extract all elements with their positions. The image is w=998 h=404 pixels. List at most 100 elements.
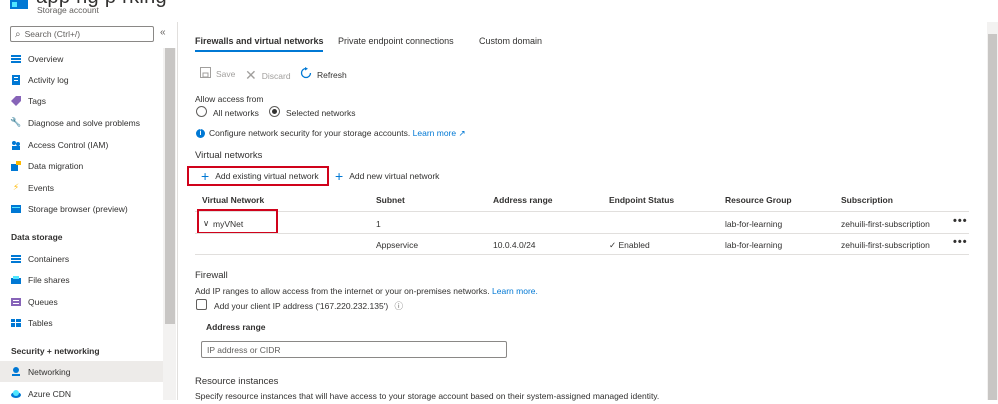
nav-item-tags[interactable]: Tags xyxy=(0,90,163,111)
nav-item-label: Queues xyxy=(28,296,58,307)
plus-icon: + xyxy=(335,168,344,184)
col-virtual-network: Virtual Network xyxy=(202,195,265,205)
refresh-button[interactable]: Refresh xyxy=(300,67,347,82)
save-button[interactable]: Save xyxy=(200,67,235,81)
highlight-myvnet xyxy=(197,209,278,234)
virtual-networks-title: Virtual networks xyxy=(195,150,263,161)
subscription-cell: zehuili-first-subscription xyxy=(841,219,930,229)
nav-item-label: Events xyxy=(28,182,54,193)
nav-item-access-control[interactable]: Access Control (IAM) xyxy=(0,134,163,155)
subscription-cell: zehuili-first-subscription xyxy=(841,240,930,250)
nav-item-data-migration[interactable]: Data migration xyxy=(0,155,163,176)
storage-account-logo-icon xyxy=(10,0,28,9)
search-icon: ⌕ xyxy=(15,28,21,40)
tab-private-endpoints[interactable]: Private endpoint connections xyxy=(338,36,454,46)
nav-item-label: Access Control (IAM) xyxy=(28,139,109,150)
nav-item-label: Tags xyxy=(28,95,46,106)
nav-section-data-storage: Data storage xyxy=(11,232,63,242)
refresh-label: Refresh xyxy=(317,69,347,80)
add-new-vnet-label: Add new virtual network xyxy=(349,171,440,181)
nav-item-label: Networking xyxy=(28,366,71,377)
nav-item-label: Tables xyxy=(28,317,53,328)
wrench-icon: 🔧 xyxy=(10,117,22,127)
save-label: Save xyxy=(216,69,236,79)
resource-group-cell: lab-for-learning xyxy=(725,219,783,229)
main-scrollbar-thumb[interactable] xyxy=(988,34,997,400)
nav-item-label: Data migration xyxy=(28,160,84,171)
radio-all-networks[interactable] xyxy=(196,106,207,117)
client-ip-checkbox[interactable] xyxy=(196,299,207,310)
firewall-learn-more-link[interactable]: Learn more. xyxy=(492,286,538,296)
radio-selected-networks[interactable] xyxy=(269,106,280,117)
more-options-icon[interactable]: ••• xyxy=(953,236,968,248)
col-endpoint-status: Endpoint Status xyxy=(609,195,675,205)
row-divider xyxy=(195,233,969,234)
firewall-title: Firewall xyxy=(195,270,228,281)
save-icon xyxy=(200,67,211,81)
nav-item-tables[interactable]: Tables xyxy=(0,312,163,333)
learn-more-link[interactable]: Learn more xyxy=(413,128,456,138)
collapse-nav-icon[interactable]: « xyxy=(160,27,166,38)
activity-log-icon xyxy=(11,74,21,85)
nav-item-label: Containers xyxy=(28,253,70,264)
nav-item-file-shares[interactable]: File shares xyxy=(0,269,163,290)
ip-input-placeholder: IP address or CIDR xyxy=(207,344,281,355)
col-subscription: Subscription xyxy=(841,195,893,205)
containers-icon xyxy=(11,254,21,264)
nav-item-events[interactable]: ⚡ Events xyxy=(0,177,163,198)
nav-item-storage-browser[interactable]: Storage browser (preview) xyxy=(0,198,163,219)
discard-icon: ✕ xyxy=(245,67,257,83)
lightning-icon: ⚡ xyxy=(12,182,20,192)
nav-section-security: Security + networking xyxy=(11,346,100,356)
nav-scrollbar-thumb[interactable] xyxy=(165,48,175,324)
endpoint-status-cell: ✓ Enabled xyxy=(609,240,650,250)
discard-button[interactable]: ✕ Discard xyxy=(245,67,291,84)
col-subnet: Subnet xyxy=(376,195,405,205)
info-icon: i xyxy=(196,129,205,138)
more-options-icon[interactable]: ••• xyxy=(953,215,968,227)
subnet-cell: 1 xyxy=(376,219,381,229)
table-header-divider xyxy=(195,211,969,212)
active-tab-indicator xyxy=(195,50,323,52)
highlight-add-existing xyxy=(187,166,329,186)
add-new-vnet-button[interactable]: + Add new virtual network xyxy=(335,168,440,184)
nav-search-input[interactable]: ⌕ Search (Ctrl+/) xyxy=(10,26,154,42)
nav-item-azure-cdn[interactable]: Azure CDN xyxy=(0,383,163,404)
tag-icon xyxy=(11,95,21,106)
nav-item-containers[interactable]: Containers xyxy=(0,248,163,269)
queues-icon xyxy=(11,297,21,307)
search-placeholder: Search (Ctrl+/) xyxy=(24,29,81,39)
nav-item-label: Overview xyxy=(28,53,64,64)
nav-item-queues[interactable]: Queues xyxy=(0,291,163,312)
nav-item-networking[interactable]: Networking xyxy=(0,361,163,382)
nav-item-label: File shares xyxy=(28,274,70,285)
ip-address-input[interactable]: IP address or CIDR xyxy=(201,341,507,358)
page-subtitle: Storage account xyxy=(37,5,99,15)
all-networks-label: All networks xyxy=(213,108,259,118)
nav-item-activity-log[interactable]: Activity log xyxy=(0,69,163,90)
nav-item-label: Activity log xyxy=(28,74,69,85)
col-address-range: Address range xyxy=(493,195,553,205)
tab-custom-domain[interactable]: Custom domain xyxy=(479,36,542,46)
data-migration-icon xyxy=(11,160,21,171)
refresh-icon xyxy=(300,67,312,82)
nav-item-overview[interactable]: Overview xyxy=(0,48,163,69)
info-circle-icon: ⓘ xyxy=(394,301,404,311)
subnet-cell: Appservice xyxy=(376,240,419,250)
tab-firewalls[interactable]: Firewalls and virtual networks xyxy=(195,36,324,46)
networking-icon xyxy=(11,366,21,377)
nav-item-label: Azure CDN xyxy=(28,388,71,399)
address-range-label: Address range xyxy=(206,322,266,332)
discard-label: Discard xyxy=(261,70,291,81)
nav-divider xyxy=(177,22,178,400)
allow-access-label: Allow access from xyxy=(195,94,264,104)
col-resource-group: Resource Group xyxy=(725,195,792,205)
resource-instances-title: Resource instances xyxy=(195,376,279,387)
external-link-icon: ↗ xyxy=(458,128,466,138)
nav-item-label: Storage browser (preview) xyxy=(28,203,128,214)
selected-networks-label: Selected networks xyxy=(286,108,356,118)
file-shares-icon xyxy=(11,275,21,285)
firewall-description: Add IP ranges to allow access from the i… xyxy=(195,286,538,296)
nav-item-diagnose[interactable]: 🔧 Diagnose and solve problems xyxy=(0,112,163,133)
checkmark-icon: ✓ xyxy=(609,240,617,250)
